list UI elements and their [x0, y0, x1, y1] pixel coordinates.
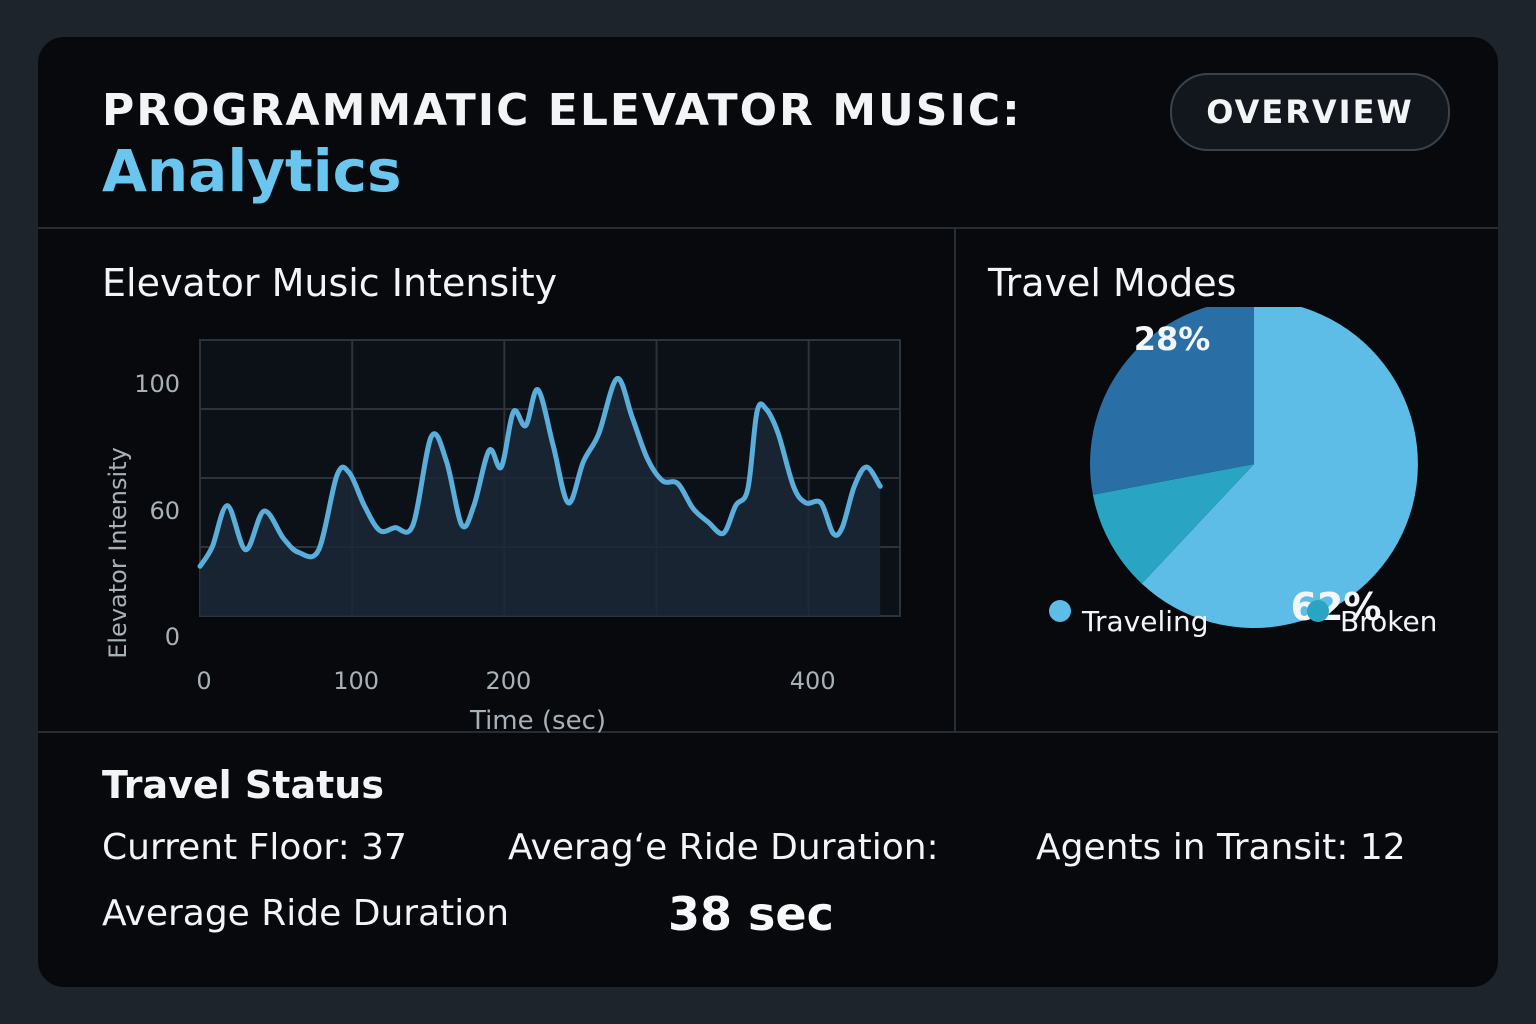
avg-ride-duration-value: 38 sec [668, 887, 834, 941]
legend-marker [1049, 600, 1071, 622]
x-tick-label: 400 [790, 667, 836, 695]
avg-ride-duration-label: Averagʻe Ride Duration: [508, 827, 939, 868]
overview-button[interactable]: OVERVIEW [1170, 73, 1450, 151]
travel-modes-pie-chart: 62%10%28%TravelingBroken [1049, 307, 1437, 638]
travel-modes-title: Travel Modes [988, 261, 1237, 305]
x-axis-label: Time (sec) [469, 706, 606, 736]
y-axis-label: Elevator Intensity [104, 447, 132, 659]
page-subtitle: Analytics [102, 137, 402, 205]
travel-status-title: Travel Status [102, 763, 384, 807]
header-divider [38, 227, 1498, 229]
x-tick-label: 200 [485, 667, 531, 695]
legend-label: Traveling [1081, 605, 1209, 638]
y-tick-label: 60 [149, 497, 180, 525]
x-tick-label: 100 [333, 667, 379, 695]
agents-in-transit-stat: Agents in Transit: 12 [1036, 827, 1406, 868]
legend-label: Broken [1340, 605, 1437, 638]
dashboard-panel: PROGRAMMATIC ELEVATOR MUSIC: Analytics O… [38, 37, 1498, 987]
page-title: PROGRAMMATIC ELEVATOR MUSIC: [102, 85, 1022, 136]
current-floor-stat: Current Floor: 37 [102, 827, 407, 868]
pie-slice-label: 28% [1134, 320, 1211, 358]
x-tick-label: 0 [196, 667, 211, 695]
y-tick-label: 0 [165, 623, 180, 651]
intensity-line-chart: 0 60 100 0 100 200 400 Time (sec) Elevator Inten… [104, 339, 901, 736]
avg-ride-duration-label-2: Average Ride Duration [102, 893, 510, 934]
y-tick-label: 100 [134, 370, 180, 398]
legend-marker [1307, 600, 1329, 622]
